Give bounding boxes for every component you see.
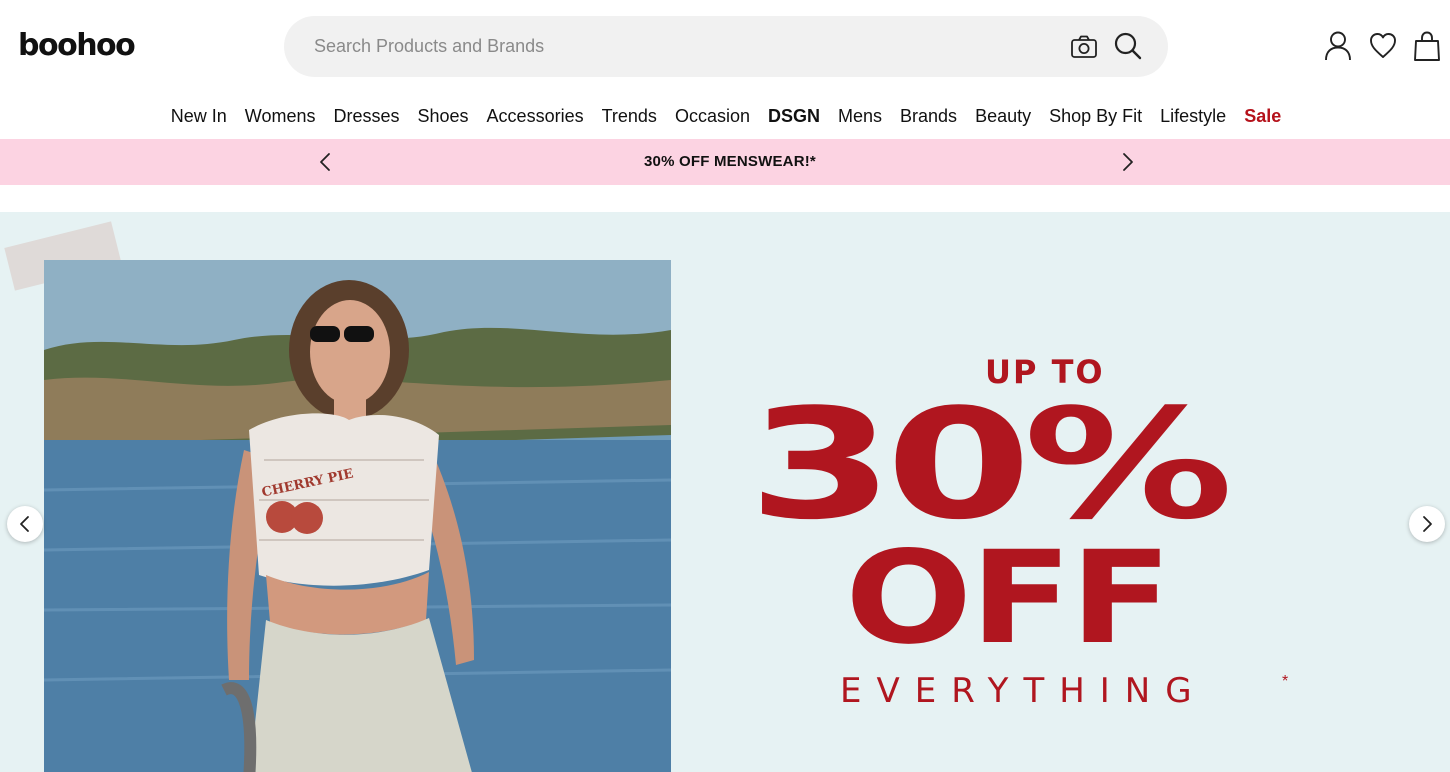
- nav-item-womens[interactable]: Womens: [245, 100, 316, 134]
- search-bar: [284, 16, 1168, 77]
- bag-icon[interactable]: [1412, 30, 1442, 62]
- account-icon[interactable]: [1323, 30, 1353, 62]
- boohoo-logo[interactable]: boohoo: [18, 28, 136, 64]
- nav-item-accessories[interactable]: Accessories: [487, 100, 584, 134]
- chevron-left-icon: [20, 516, 29, 532]
- model-illustration: CHERRY PIE: [44, 260, 671, 772]
- promo-banner: 30% OFF MENSWEAR!*: [0, 139, 1450, 185]
- site-header: boohoo: [0, 0, 1450, 92]
- hero-off: OFF: [845, 524, 1172, 673]
- nav-item-mens[interactable]: Mens: [838, 100, 882, 134]
- main-navigation: New In Womens Dresses Shoes Accessories …: [0, 100, 1450, 134]
- nav-item-brands[interactable]: Brands: [900, 100, 957, 134]
- chevron-right-icon[interactable]: [1117, 152, 1137, 172]
- nav-item-new-in[interactable]: New In: [171, 100, 227, 134]
- chevron-right-icon: [1423, 516, 1432, 532]
- nav-item-shop-by-fit[interactable]: Shop By Fit: [1049, 100, 1142, 134]
- hero-asterisk: *: [1282, 673, 1289, 690]
- heart-icon[interactable]: [1368, 30, 1398, 62]
- nav-item-dsgn[interactable]: DSGN: [768, 100, 820, 134]
- hero-banner[interactable]: CHERRY PIE UP TO 30% OFF EVERYTHING *: [0, 212, 1450, 772]
- carousel-next-button[interactable]: [1409, 506, 1445, 542]
- hero-everything: EVERYTHING: [840, 671, 1207, 711]
- promo-text[interactable]: 30% OFF MENSWEAR!*: [0, 139, 1450, 185]
- nav-item-sale[interactable]: Sale: [1244, 100, 1281, 134]
- nav-item-occasion[interactable]: Occasion: [675, 100, 750, 134]
- nav-item-lifestyle[interactable]: Lifestyle: [1160, 100, 1226, 134]
- nav-item-trends[interactable]: Trends: [602, 100, 657, 134]
- nav-item-shoes[interactable]: Shoes: [418, 100, 469, 134]
- camera-icon[interactable]: [1070, 34, 1098, 60]
- hero-percentage: 30%: [748, 376, 1234, 553]
- nav-item-dresses[interactable]: Dresses: [333, 100, 399, 134]
- search-input[interactable]: [314, 16, 1034, 77]
- hero-model-photo[interactable]: CHERRY PIE: [44, 260, 671, 772]
- nav-item-beauty[interactable]: Beauty: [975, 100, 1031, 134]
- search-icon[interactable]: [1113, 31, 1143, 61]
- carousel-prev-button[interactable]: [7, 506, 43, 542]
